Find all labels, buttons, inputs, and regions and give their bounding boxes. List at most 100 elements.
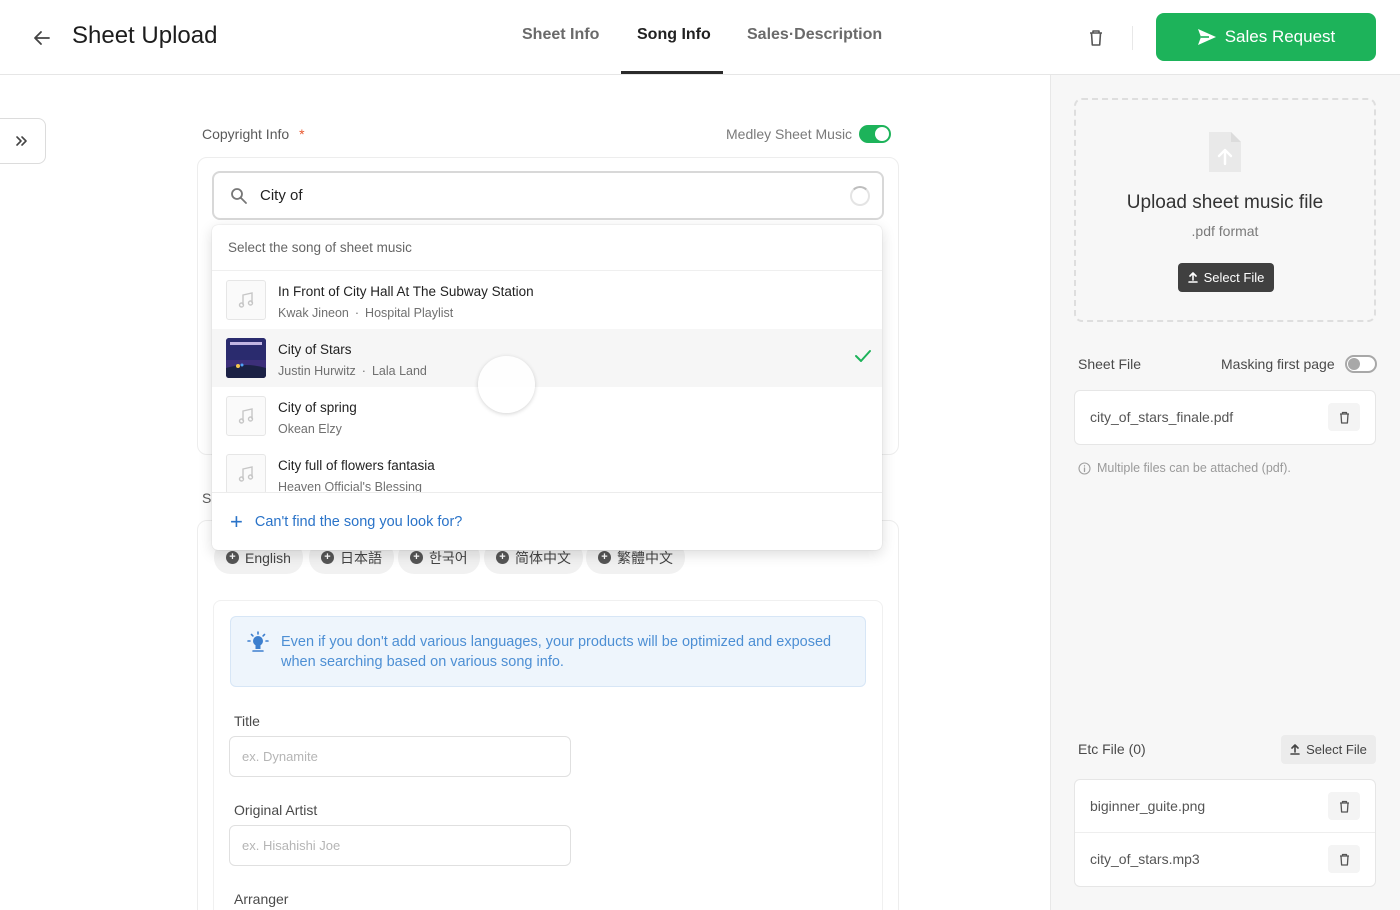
song-artist: Okean Elzy — [278, 422, 342, 436]
upload-format-hint: .pdf format — [1191, 223, 1259, 239]
plus-icon: + — [230, 509, 243, 534]
upload-title: Upload sheet music file — [1126, 192, 1324, 213]
original-artist-input[interactable] — [229, 825, 571, 866]
plus-circle-icon: + — [321, 551, 334, 564]
file-name: city_of_stars_finale.pdf — [1090, 409, 1234, 425]
song-thumbnail — [226, 280, 266, 320]
header-bar: Sheet Upload Sheet Info Song Info Sales·… — [0, 0, 1400, 75]
multiple-files-hint: Multiple files can be attached (pdf). — [1078, 461, 1291, 475]
plus-circle-icon: + — [410, 551, 423, 564]
song-result-list: In Front of City Hall At The Subway Stat… — [212, 271, 882, 493]
song-search-dropdown: Select the song of sheet music In Front … — [212, 225, 882, 550]
medley-label: Medley Sheet Music — [726, 126, 853, 142]
loading-spinner-icon — [850, 186, 870, 206]
cant-find-song-label: Can't find the song you look for? — [254, 514, 463, 530]
song-subtitle: Kwak Jineon · Hospital Playlist — [278, 306, 454, 320]
arranger-label: Arranger — [234, 891, 289, 907]
song-subtitle: Justin Hurwitz · Lala Land — [278, 364, 427, 378]
search-icon — [231, 188, 247, 204]
file-name: city_of_stars.mp3 — [1090, 851, 1200, 867]
song-search-box[interactable]: City of — [212, 171, 884, 220]
section-label-partial: S — [202, 490, 212, 506]
trash-icon — [1339, 411, 1349, 424]
file-name: biginner_guite.png — [1090, 798, 1206, 814]
music-note-icon — [238, 466, 254, 482]
song-result-item-selected[interactable]: City of Stars Justin Hurwitz · Lala Land — [212, 329, 882, 387]
etc-file-label: Etc File (0) — [1078, 741, 1146, 757]
album-art-thumbnail — [226, 338, 266, 378]
send-icon — [1197, 29, 1216, 45]
sales-request-label: Sales Request — [1224, 27, 1336, 46]
sheet-file-list: city_of_stars_finale.pdf — [1074, 390, 1376, 445]
song-title: City of Stars — [278, 342, 352, 357]
search-input-value[interactable]: City of — [260, 187, 303, 204]
sheet-file-label: Sheet File — [1078, 356, 1142, 372]
sheet-upload-dropzone[interactable]: Upload sheet music file .pdf format Sele… — [1074, 98, 1376, 322]
info-circle-icon — [1078, 461, 1091, 475]
sales-request-button[interactable]: Sales Request — [1156, 13, 1376, 61]
active-tab-indicator — [621, 71, 723, 74]
original-artist-label: Original Artist — [234, 802, 318, 818]
file-row: city_of_stars.mp3 — [1075, 833, 1375, 886]
required-mark: * — [299, 126, 305, 142]
file-row: biginner_guite.png — [1075, 780, 1375, 833]
song-album: Lala Land — [371, 364, 427, 378]
tab-sheet-info[interactable]: Sheet Info — [522, 26, 599, 74]
file-row: city_of_stars_finale.pdf — [1075, 391, 1375, 444]
masking-first-page-label: Masking first page — [1221, 356, 1335, 372]
song-title: City full of flowers fantasia — [278, 458, 435, 473]
song-title: City of spring — [278, 400, 357, 415]
chip-label: 한국어 — [429, 549, 468, 566]
song-result-item[interactable]: In Front of City Hall At The Subway Stat… — [212, 271, 882, 329]
trash-icon — [1339, 800, 1349, 813]
dropdown-header: Select the song of sheet music — [212, 225, 882, 271]
song-album: Hospital Playlist — [365, 306, 454, 320]
song-result-item[interactable]: City of spring Okean Elzy — [212, 387, 882, 445]
song-subtitle: Okean Elzy — [278, 422, 342, 436]
chip-label: 繁體中文 — [617, 549, 673, 566]
trash-icon — [1090, 30, 1102, 46]
info-banner: Even if you don't add various languages,… — [230, 616, 866, 687]
chip-label: 日本語 — [340, 549, 382, 566]
page-title: Sheet Upload — [72, 22, 218, 49]
song-artist: Heaven Official's Blessing — [278, 480, 422, 493]
back-button[interactable] — [28, 24, 56, 52]
arrow-left-icon — [34, 31, 50, 45]
song-thumbnail — [226, 454, 266, 492]
file-upload-icon — [1209, 132, 1241, 172]
album-art-image — [226, 338, 266, 378]
delete-button[interactable] — [1082, 24, 1110, 52]
song-artist: Kwak Jineon — [278, 306, 349, 320]
title-label: Title — [234, 713, 260, 729]
toggle-knob — [1348, 358, 1360, 370]
chip-label: English — [245, 549, 291, 566]
delete-file-button[interactable] — [1328, 403, 1360, 431]
cant-find-song-link[interactable]: + Can't find the song you look for? — [212, 494, 882, 550]
check-icon — [855, 350, 871, 362]
tab-song-info[interactable]: Song Info — [637, 26, 711, 74]
copyright-info-label: Copyright Info * — [202, 126, 305, 142]
song-artist: Justin Hurwitz — [278, 364, 356, 378]
song-result-item[interactable]: City full of flowers fantasia Heaven Off… — [212, 445, 882, 493]
medley-toggle[interactable] — [859, 125, 891, 143]
title-input[interactable] — [229, 736, 571, 777]
delete-file-button[interactable] — [1328, 845, 1360, 873]
touch-cursor-indicator — [478, 356, 535, 413]
trash-icon — [1339, 853, 1349, 866]
copyright-info-text: Copyright Info — [202, 126, 290, 142]
chip-label: 简体中文 — [515, 549, 571, 566]
select-etc-file-button[interactable]: Select File — [1281, 735, 1376, 764]
song-subtitle: Heaven Official's Blessing — [278, 480, 422, 493]
tab-sales-description[interactable]: Sales·Description — [747, 26, 882, 74]
hint-text: Multiple files can be attached (pdf). — [1097, 461, 1291, 475]
select-file-label: Select File — [1203, 270, 1265, 285]
plus-circle-icon: + — [496, 551, 509, 564]
select-sheet-file-button[interactable]: Select File — [1178, 263, 1274, 292]
song-thumbnail — [226, 396, 266, 436]
double-chevron-right-icon — [15, 136, 27, 146]
masking-toggle[interactable] — [1345, 355, 1377, 373]
upload-icon — [1290, 744, 1300, 755]
plus-circle-icon: + — [598, 551, 611, 564]
delete-file-button[interactable] — [1328, 792, 1360, 820]
expand-sidebar-button[interactable] — [0, 118, 46, 164]
